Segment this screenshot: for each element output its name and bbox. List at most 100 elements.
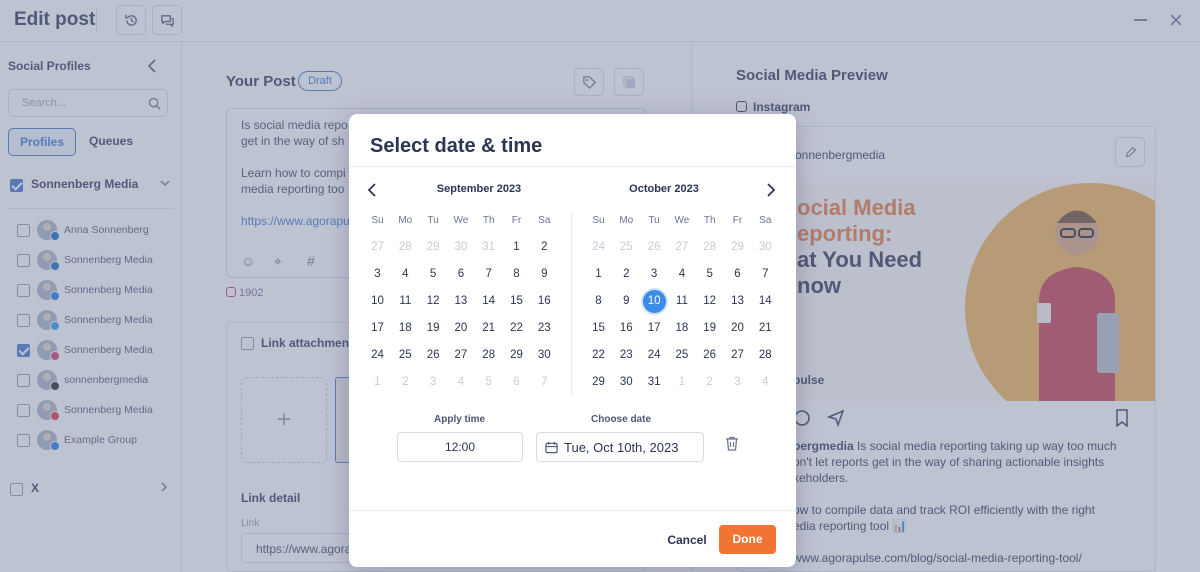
calendar-day[interactable]: 14 [752,290,779,317]
calendar-day[interactable]: 22 [503,317,530,344]
calendar-day[interactable]: 31 [475,236,502,263]
calendar-day[interactable]: 9 [613,290,640,317]
calendar-day[interactable]: 28 [696,236,723,263]
calendar-day[interactable]: 11 [668,290,695,317]
calendar-day[interactable]: 6 [503,371,530,398]
time-input[interactable]: 12:00 [397,432,523,462]
calendar-week: 8 9 10 11 12 13 14 [585,290,780,317]
weekday-label: We [453,215,469,226]
calendar-day[interactable]: 25 [392,344,419,371]
trash-icon[interactable] [725,436,739,451]
calendar-day[interactable]: 23 [531,317,558,344]
calendar-day[interactable]: 3 [364,263,391,290]
calendar-day[interactable]: 29 [585,371,612,398]
calendar-day[interactable]: 29 [503,344,530,371]
calendar-day[interactable]: 13 [447,290,474,317]
calendar-day[interactable]: 28 [752,344,779,371]
calendar-day[interactable]: 9 [531,263,558,290]
calendar-day[interactable]: 27 [668,236,695,263]
calendar-day[interactable]: 16 [613,317,640,344]
calendar-day[interactable]: 7 [752,263,779,290]
calendar-day[interactable]: 19 [420,317,447,344]
calendar-day[interactable]: 28 [475,344,502,371]
calendar-day[interactable]: 2 [531,236,558,263]
calendar-day[interactable]: 27 [364,236,391,263]
calendar-day[interactable]: 30 [613,371,640,398]
calendar-day[interactable]: 18 [668,317,695,344]
weekday-header: Su Mo Tu We Th Fr Sa [364,212,559,236]
calendar-day[interactable]: 12 [696,290,723,317]
calendar-day[interactable]: 26 [420,344,447,371]
calendar-day[interactable]: 28 [392,236,419,263]
calendar-day[interactable]: 18 [392,317,419,344]
calendar-day[interactable]: 30 [447,236,474,263]
calendar-day[interactable]: 19 [696,317,723,344]
calendar-day-selected[interactable]: 10 [641,290,668,317]
calendar-day[interactable]: 14 [475,290,502,317]
calendar-day[interactable]: 3 [420,371,447,398]
calendar-day[interactable]: 3 [724,371,751,398]
calendar-day[interactable]: 25 [668,344,695,371]
calendar-day[interactable]: 3 [641,263,668,290]
calendar-day[interactable]: 21 [475,317,502,344]
calendar-day[interactable]: 12 [420,290,447,317]
calendar-day[interactable]: 24 [641,344,668,371]
calendar-day[interactable]: 1 [585,263,612,290]
calendar-day[interactable]: 4 [752,371,779,398]
calendar-day[interactable]: 25 [613,236,640,263]
chevron-right-icon[interactable] [765,182,777,198]
done-button[interactable]: Done [719,525,776,554]
calendar-day[interactable]: 1 [668,371,695,398]
calendar-day[interactable]: 21 [752,317,779,344]
calendar-day[interactable]: 30 [531,344,558,371]
calendar-day[interactable]: 26 [696,344,723,371]
calendar-day[interactable]: 4 [447,371,474,398]
calendar-day[interactable]: 29 [724,236,751,263]
calendar-day[interactable]: 8 [503,263,530,290]
calendar-day[interactable]: 2 [392,371,419,398]
calendar-day[interactable]: 10 [364,290,391,317]
weekday-label: Fr [511,215,522,226]
calendar-day[interactable]: 17 [641,317,668,344]
calendar-day[interactable]: 8 [585,290,612,317]
calendar-day[interactable]: 29 [420,236,447,263]
calendar-day[interactable]: 4 [392,263,419,290]
calendar-day[interactable]: 5 [696,263,723,290]
calendar-day[interactable]: 4 [668,263,695,290]
calendar-icon [545,441,558,454]
calendar-day[interactable]: 20 [724,317,751,344]
weekday-label: Su [371,215,384,226]
edit-post-app: Edit post Social Profiles Search... Prof… [0,0,1200,572]
weekday-label: Tu [648,215,660,226]
calendar-day[interactable]: 1 [364,371,391,398]
chevron-left-icon[interactable] [366,182,378,198]
calendar-day[interactable]: 24 [585,236,612,263]
calendar-day[interactable]: 15 [503,290,530,317]
calendar-day[interactable]: 31 [641,371,668,398]
calendar-day[interactable]: 27 [724,344,751,371]
calendar-day[interactable]: 24 [364,344,391,371]
calendar-day[interactable]: 23 [613,344,640,371]
calendar-day[interactable]: 5 [475,371,502,398]
calendar-day[interactable]: 1 [503,236,530,263]
calendar-day[interactable]: 6 [447,263,474,290]
calendar-day[interactable]: 27 [447,344,474,371]
calendar-day[interactable]: 26 [641,236,668,263]
calendar-day[interactable]: 5 [420,263,447,290]
calendar-day[interactable]: 11 [392,290,419,317]
date-input[interactable]: Tue, Oct 10th, 2023 [536,432,704,462]
calendar-day[interactable]: 15 [585,317,612,344]
cancel-button[interactable]: Cancel [662,526,712,554]
calendar-day[interactable]: 2 [613,263,640,290]
calendar-day[interactable]: 13 [724,290,751,317]
calendar-day[interactable]: 17 [364,317,391,344]
calendar-day[interactable]: 16 [531,290,558,317]
calendar-day[interactable]: 22 [585,344,612,371]
calendar-day[interactable]: 2 [696,371,723,398]
calendar-day[interactable]: 7 [531,371,558,398]
calendar-day[interactable]: 6 [724,263,751,290]
calendar-day[interactable]: 30 [752,236,779,263]
calendar-day[interactable]: 20 [447,317,474,344]
selected-day-label: 10 [642,290,666,313]
calendar-day[interactable]: 7 [475,263,502,290]
